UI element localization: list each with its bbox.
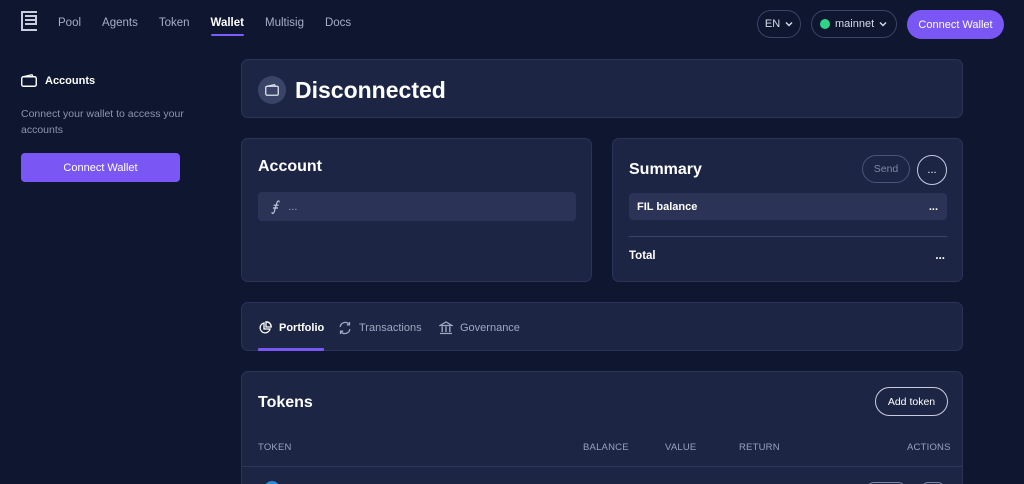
total-value: ...: [935, 250, 945, 262]
refresh-icon: [339, 321, 351, 335]
nav-item-token[interactable]: Token: [159, 17, 190, 37]
chevron-down-icon: [785, 22, 793, 27]
tab-portfolio[interactable]: Portfolio: [258, 321, 324, 335]
summary-divider: [629, 236, 947, 237]
nav-item-pool[interactable]: Pool: [58, 17, 81, 37]
network-label: mainnet: [835, 18, 875, 30]
language-selector[interactable]: EN: [757, 10, 801, 38]
bank-icon: [439, 321, 453, 335]
column-header-return[interactable]: RETURN: [739, 442, 780, 453]
send-button[interactable]: Send: [862, 155, 910, 183]
sidebar-connect-wallet-button[interactable]: Connect Wallet: [21, 153, 180, 182]
network-status-dot: [820, 19, 830, 29]
fil-balance-value: ...: [928, 200, 938, 213]
sidebar-accounts-label: Accounts: [45, 74, 96, 87]
column-header-actions: ACTIONS: [907, 442, 951, 453]
tab-governance[interactable]: Governance: [439, 321, 520, 335]
account-address-field[interactable]: ⨎ ...: [258, 192, 576, 221]
tab-transactions-label: Transactions: [359, 322, 422, 334]
wallet-tabs: Portfolio Transactions Governance: [241, 302, 963, 351]
tokens-card: Tokens Add token TOKEN BALANCE VALUE RET…: [241, 371, 963, 484]
pie-chart-icon: [259, 321, 272, 334]
more-options-button[interactable]: ...: [917, 155, 947, 185]
column-header-balance[interactable]: BALANCE: [583, 442, 629, 453]
connect-wallet-button[interactable]: Connect Wallet: [907, 10, 1004, 39]
top-navigation: Pool Agents Token Wallet Multisig Docs E…: [0, 0, 1024, 50]
tokens-title: Tokens: [258, 394, 313, 411]
account-address-value: ...: [288, 200, 298, 213]
total-label: Total: [629, 250, 656, 262]
main-nav: Pool Agents Token Wallet Multisig Docs: [58, 17, 372, 37]
table-header-divider: [242, 466, 962, 467]
total-row: Total ...: [629, 250, 947, 262]
nav-item-multisig[interactable]: Multisig: [265, 17, 304, 37]
tab-transactions[interactable]: Transactions: [338, 321, 422, 335]
network-selector[interactable]: mainnet: [811, 10, 897, 38]
account-title: Account: [258, 158, 322, 175]
tab-portfolio-label: Portfolio: [279, 322, 325, 334]
fil-balance-label: FIL balance: [637, 200, 698, 213]
column-header-token[interactable]: TOKEN: [258, 442, 292, 453]
column-header-value[interactable]: VALUE: [665, 442, 696, 453]
add-token-button[interactable]: Add token: [875, 387, 948, 416]
nav-item-wallet[interactable]: Wallet: [210, 17, 245, 37]
summary-title: Summary: [629, 161, 702, 178]
active-tab-indicator: [258, 348, 324, 351]
wallet-status-icon: [258, 76, 286, 104]
sidebar-description: Connect your wallet to access your accou…: [21, 108, 184, 136]
language-label: EN: [764, 18, 781, 30]
wallet-icon: [265, 84, 279, 96]
wallet-icon: [21, 74, 37, 87]
nav-item-agents[interactable]: Agents: [102, 17, 138, 37]
connection-status-card: Disconnected: [241, 59, 963, 118]
summary-card: Summary Send ... FIL balance ... Total .…: [612, 138, 963, 282]
nav-item-docs[interactable]: Docs: [325, 17, 351, 37]
account-card: Account ⨎ ...: [241, 138, 592, 282]
tab-governance-label: Governance: [460, 322, 520, 334]
sidebar-accounts-header: Accounts: [21, 74, 95, 87]
chevron-down-icon: [879, 22, 887, 27]
fil-balance-row: FIL balance ...: [629, 193, 947, 220]
connection-status-title: Disconnected: [295, 77, 446, 103]
filecoin-symbol-icon: ⨎: [271, 198, 279, 214]
app-logo-icon[interactable]: [21, 11, 37, 31]
